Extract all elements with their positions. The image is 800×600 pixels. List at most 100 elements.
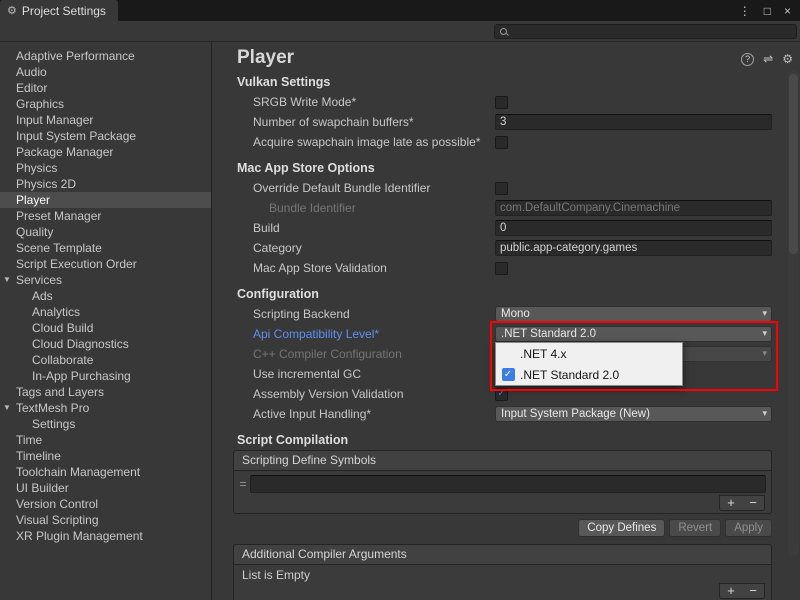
sidebar-item-xr-plugin-management[interactable]: XR Plugin Management <box>0 528 211 544</box>
sidebar-item-physics-2d[interactable]: Physics 2D <box>0 176 211 192</box>
foldout-triangle-icon[interactable]: ▼ <box>3 272 11 288</box>
sidebar-item-preset-manager[interactable]: Preset Manager <box>0 208 211 224</box>
check-icon: ✓ <box>502 368 515 381</box>
field-label: Bundle Identifier <box>237 201 495 215</box>
search-input[interactable] <box>509 25 796 38</box>
swapchain-buffers-field[interactable]: 3 <box>495 114 772 130</box>
row-active-input-handling: Active Input Handling* Input System Pack… <box>237 404 772 424</box>
srgb-write-mode-checkbox[interactable]: ✓ <box>495 96 508 109</box>
row-acquire-swapchain: Acquire swapchain image late as possible… <box>237 132 772 152</box>
add-button[interactable]: + <box>720 584 742 598</box>
chevron-down-icon: ▾ <box>762 408 767 419</box>
tab-project-settings[interactable]: ⚙ Project Settings <box>0 0 118 21</box>
page-title: Player <box>237 46 772 72</box>
search-box[interactable] <box>494 24 797 39</box>
help-icon[interactable]: ? <box>741 53 754 66</box>
add-button[interactable]: + <box>720 496 742 510</box>
sidebar-item-audio[interactable]: Audio <box>0 64 211 80</box>
sidebar-item-analytics[interactable]: Analytics <box>0 304 211 320</box>
panel-header: Additional Compiler Arguments <box>234 545 771 565</box>
sidebar-item-physics[interactable]: Physics <box>0 160 211 176</box>
sidebar-item-visual-scripting[interactable]: Visual Scripting <box>0 512 211 528</box>
sidebar-item-label: Services <box>16 273 62 287</box>
assembly-version-validation-checkbox[interactable]: ✓ <box>495 388 508 401</box>
sidebar-item-in-app-purchasing[interactable]: In-App Purchasing <box>0 368 211 384</box>
sidebar-item-ui-builder[interactable]: UI Builder <box>0 480 211 496</box>
settings-toolbar <box>0 21 800 42</box>
build-field[interactable]: 0 <box>495 220 772 236</box>
sidebar-item-adaptive-performance[interactable]: Adaptive Performance <box>0 48 211 64</box>
sidebar-item-graphics[interactable]: Graphics <box>0 96 211 112</box>
player-settings-panel: Player ? ⇌ ⚙ Vulkan Settings SRGB Write … <box>212 42 800 600</box>
gear-icon[interactable]: ⚙ <box>782 52 793 66</box>
row-assembly-version-validation: Assembly Version Validation ✓ <box>237 384 772 404</box>
sidebar-item-ads[interactable]: Ads <box>0 288 211 304</box>
vertical-scrollbar[interactable] <box>788 70 799 556</box>
sidebar-item-services[interactable]: ▼ Services <box>0 272 211 288</box>
override-bundle-identifier-checkbox[interactable]: ✓ <box>495 182 508 195</box>
sidebar-item-cloud-build[interactable]: Cloud Build <box>0 320 211 336</box>
sidebar-item-tmp-settings[interactable]: Settings <box>0 416 211 432</box>
acquire-swapchain-checkbox[interactable]: ✓ <box>495 136 508 149</box>
section-header-configuration: Configuration <box>237 284 772 304</box>
panel-header: Scripting Define Symbols <box>234 451 771 471</box>
sidebar-item-quality[interactable]: Quality <box>0 224 211 240</box>
menu-item-net-standard-20[interactable]: ✓ .NET Standard 2.0 <box>496 364 682 385</box>
field-label: Override Default Bundle Identifier <box>237 181 495 195</box>
sidebar-item-scene-template[interactable]: Scene Template <box>0 240 211 256</box>
field-label: Mac App Store Validation <box>237 261 495 275</box>
scripting-define-symbols-panel: Scripting Define Symbols = + − <box>233 450 772 514</box>
sidebar-item-player[interactable]: Player <box>0 192 211 208</box>
menu-item-net-4x[interactable]: ✓ .NET 4.x <box>496 343 682 364</box>
presets-icon[interactable]: ⇌ <box>763 52 773 66</box>
sidebar-item-collaborate[interactable]: Collaborate <box>0 352 211 368</box>
scrollbar-thumb[interactable] <box>789 74 798 254</box>
field-label: Build <box>237 221 495 235</box>
chevron-down-icon: ▾ <box>762 328 767 339</box>
maximize-icon[interactable]: □ <box>764 4 771 18</box>
close-icon[interactable]: × <box>784 4 791 18</box>
remove-button[interactable]: − <box>742 584 764 598</box>
mac-app-store-validation-checkbox[interactable]: ✓ <box>495 262 508 275</box>
apply-button[interactable]: Apply <box>725 519 772 537</box>
active-input-handling-dropdown[interactable]: Input System Package (New) ▾ <box>495 406 772 422</box>
scripting-backend-dropdown[interactable]: Mono ▾ <box>495 306 772 322</box>
copy-defines-button[interactable]: Copy Defines <box>578 519 665 537</box>
field-label: SRGB Write Mode* <box>237 95 495 109</box>
foldout-triangle-icon[interactable]: ▼ <box>3 400 11 416</box>
define-symbol-field[interactable] <box>250 475 766 493</box>
sidebar-item-timeline[interactable]: Timeline <box>0 448 211 464</box>
row-bundle-identifier: Bundle Identifier com.DefaultCompany.Cin… <box>237 198 772 218</box>
empty-list-label: List is Empty <box>234 565 771 585</box>
api-compatibility-dropdown[interactable]: .NET Standard 2.0 ▾ <box>495 326 772 342</box>
settings-gear-icon: ⚙ <box>7 4 17 17</box>
field-label: Use incremental GC <box>237 367 495 381</box>
row-api-compatibility-level: Api Compatibility Level* .NET Standard 2… <box>237 324 772 344</box>
sidebar-item-cloud-diagnostics[interactable]: Cloud Diagnostics <box>0 336 211 352</box>
field-label: Active Input Handling* <box>237 407 495 421</box>
row-category: Category public.app-category.games <box>237 238 772 258</box>
chevron-down-icon: ▾ <box>762 308 767 319</box>
menu-item-label: .NET 4.x <box>520 347 566 361</box>
field-label: Api Compatibility Level* <box>237 327 495 341</box>
sidebar-item-script-execution-order[interactable]: Script Execution Order <box>0 256 211 272</box>
remove-button[interactable]: − <box>742 496 764 510</box>
sidebar-item-input-manager[interactable]: Input Manager <box>0 112 211 128</box>
sidebar-item-toolchain-management[interactable]: Toolchain Management <box>0 464 211 480</box>
sidebar-item-package-manager[interactable]: Package Manager <box>0 144 211 160</box>
sidebar-item-textmesh-pro[interactable]: ▼TextMesh Pro <box>0 400 211 416</box>
row-mac-app-store-validation: Mac App Store Validation ✓ <box>237 258 772 278</box>
revert-button[interactable]: Revert <box>669 519 721 537</box>
additional-compiler-arguments-panel: Additional Compiler Arguments List is Em… <box>233 544 772 600</box>
field-label: Assembly Version Validation <box>237 387 495 401</box>
drag-handle-icon[interactable]: = <box>236 477 250 491</box>
sidebar-item-time[interactable]: Time <box>0 432 211 448</box>
category-field[interactable]: public.app-category.games <box>495 240 772 256</box>
api-compatibility-popup: ✓ .NET 4.x ✓ .NET Standard 2.0 <box>495 342 683 386</box>
section-header-mac-app-store: Mac App Store Options <box>237 158 772 178</box>
kebab-menu-icon[interactable]: ⋮ <box>739 4 751 18</box>
sidebar-item-editor[interactable]: Editor <box>0 80 211 96</box>
sidebar-item-input-system-package[interactable]: Input System Package <box>0 128 211 144</box>
sidebar-item-tags-and-layers[interactable]: Tags and Layers <box>0 384 211 400</box>
sidebar-item-version-control[interactable]: Version Control <box>0 496 211 512</box>
